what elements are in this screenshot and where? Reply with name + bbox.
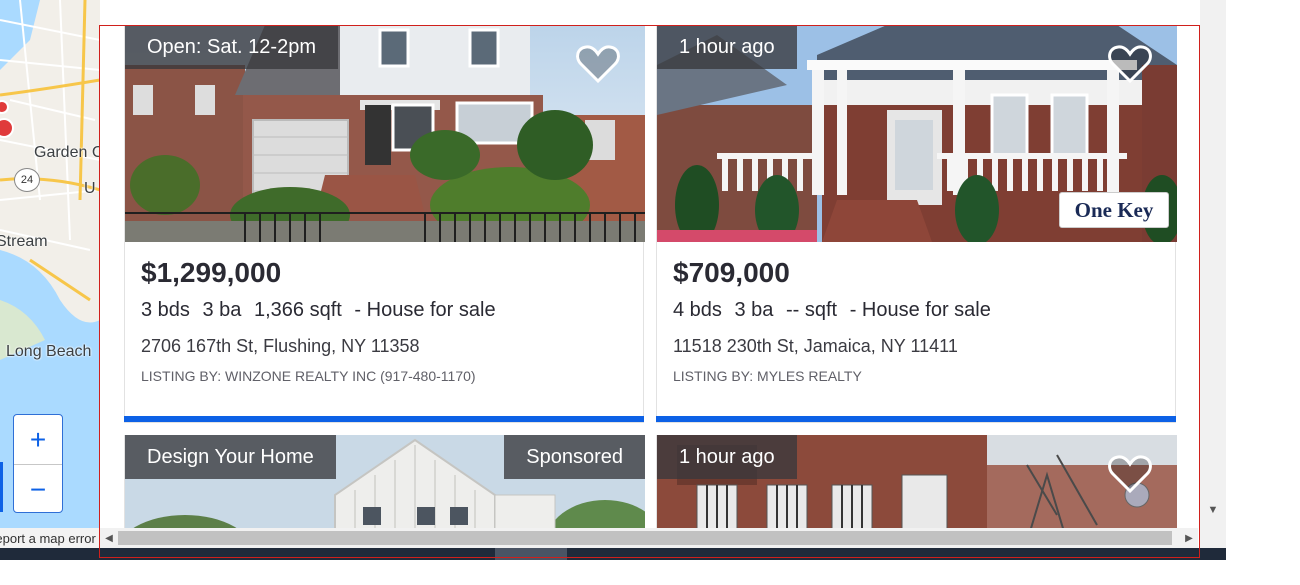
beds-count: 4 bds <box>673 299 722 321</box>
horizontal-scroll-thumb[interactable] <box>118 531 1172 545</box>
map-side-indicator <box>0 462 3 512</box>
map-label-u: U <box>84 180 96 197</box>
map-label-long-beach: Long Beach <box>6 343 92 360</box>
listing-price: $709,000 <box>673 257 790 288</box>
listing-card[interactable]: Open: Sat. 12-2pm $1,299,000 3 bds 3 ba … <box>124 25 645 423</box>
heart-outline-icon[interactable] <box>1107 453 1153 495</box>
scroll-left-icon[interactable]: ◀ <box>100 528 118 548</box>
listing-age-badge: 1 hour ago <box>657 435 797 479</box>
scroll-right-icon[interactable]: ▶ <box>1180 528 1198 548</box>
property-type: - House for sale <box>354 299 496 321</box>
horizontal-scrollbar[interactable]: ◀ ▶ <box>100 528 1198 548</box>
listing-facts: 3 bds 3 ba 1,366 sqft - House for sale <box>141 299 503 322</box>
map-label-garden-city: Garden C <box>34 144 101 161</box>
card-accent-bar <box>656 416 1176 422</box>
listing-photo[interactable]: 1 hour ago One Key <box>657 25 1177 242</box>
map-label-stream: Stream <box>0 233 48 250</box>
design-your-home-badge: Design Your Home <box>125 435 336 479</box>
open-house-badge: Open: Sat. 12-2pm <box>125 25 338 69</box>
heart-outline-icon[interactable] <box>575 43 621 85</box>
map-panel[interactable]: Garden C U Stream Long Beach 24 + − Repo… <box>0 0 101 548</box>
listing-address[interactable]: 11518 230th St, Jamaica, NY 11411 <box>673 336 958 357</box>
map-zoom-control: + − <box>13 414 63 513</box>
beds-count: 3 bds <box>141 299 190 321</box>
sqft-value: -- sqft <box>786 299 838 321</box>
vertical-scrollbar[interactable]: ▼ <box>1200 0 1226 548</box>
listing-age-badge: 1 hour ago <box>657 25 797 69</box>
results-top-spacer <box>100 0 1200 24</box>
card-accent-bar <box>124 416 644 422</box>
zoom-out-button[interactable]: − <box>14 464 62 514</box>
map-error-link[interactable]: Report a map error <box>0 528 100 548</box>
bottom-scroll-thumb[interactable] <box>495 548 567 560</box>
listing-address[interactable]: 2706 167th St, Flushing, NY 11358 <box>141 336 420 357</box>
bottom-window-scrollbar[interactable] <box>0 548 1226 560</box>
onekey-mls-logo: One Key <box>1059 192 1169 228</box>
listing-photo[interactable]: Open: Sat. 12-2pm <box>125 25 645 242</box>
listing-facts: 4 bds 3 ba -- sqft - House for sale <box>673 299 998 322</box>
baths-count: 3 ba <box>734 299 774 321</box>
listing-card[interactable]: 1 hour ago One Key $709,000 4 bds 3 ba -… <box>656 25 1177 423</box>
listing-agent: LISTING BY: MYLES REALTY <box>673 368 862 384</box>
zoom-in-button[interactable]: + <box>14 415 62 464</box>
listing-price: $1,299,000 <box>141 257 282 288</box>
baths-count: 3 ba <box>202 299 242 321</box>
heart-outline-icon[interactable] <box>1107 43 1153 85</box>
listing-agent: LISTING BY: WINZONE REALTY INC (917-480-… <box>141 368 476 384</box>
listing-results-panel[interactable]: Open: Sat. 12-2pm $1,299,000 3 bds 3 ba … <box>100 0 1200 548</box>
sqft-value: 1,366 sqft <box>254 299 342 321</box>
scroll-down-icon[interactable]: ▼ <box>1200 500 1226 520</box>
sponsored-badge: Sponsored <box>504 435 645 479</box>
route-shield-icon: 24 <box>14 168 40 192</box>
property-type: - House for sale <box>849 299 991 321</box>
